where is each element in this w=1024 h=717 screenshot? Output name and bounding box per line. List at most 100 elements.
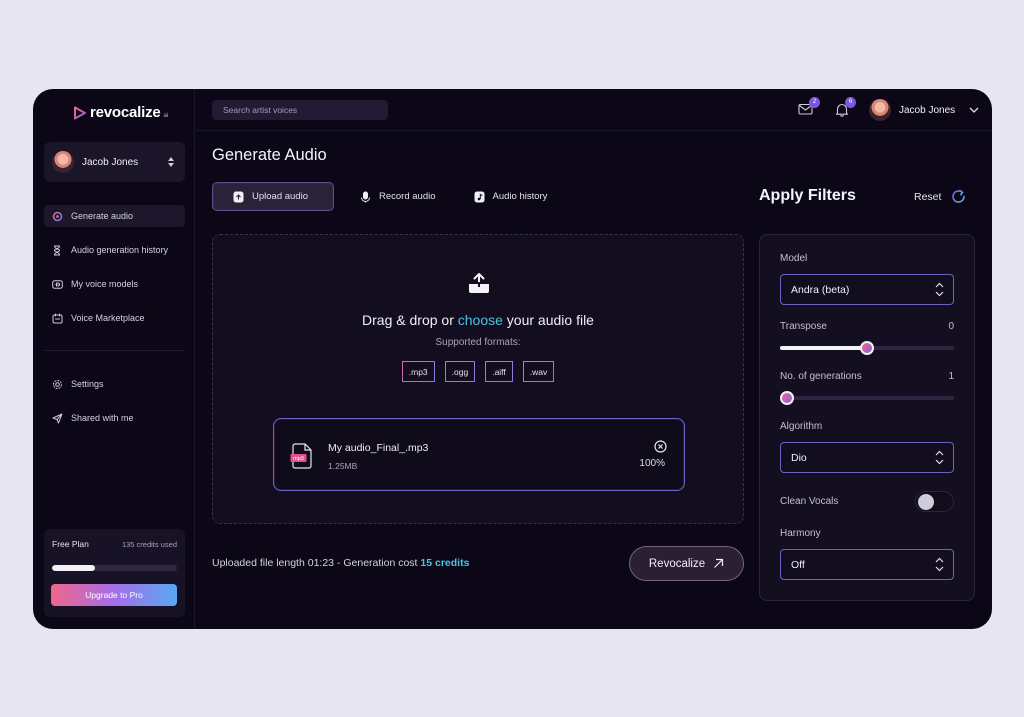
sidebar-item-label: Voice Marketplace (71, 313, 145, 323)
app-window: revocalize ai Jacob Jones Generate audio… (33, 89, 992, 629)
format-list: .mp3 .ogg .aiff .wav (213, 361, 743, 382)
notification-count-badge: 6 (845, 97, 856, 108)
filters-panel: Model Andra (beta) Transpose 0 No. of ge… (759, 234, 975, 601)
chevron-up-down-icon (935, 450, 944, 465)
tab-label: Upload audio (252, 191, 308, 202)
refresh-icon (952, 189, 966, 203)
tab-upload-audio[interactable]: Upload audio (212, 182, 334, 211)
mp3-file-icon: mp3 (290, 443, 312, 469)
plan-name: Free Plan (52, 539, 89, 549)
harmony-value: Off (791, 558, 805, 571)
format-tag: .wav (522, 361, 555, 382)
transpose-slider-fill (780, 346, 867, 350)
tab-label: Audio history (492, 191, 548, 202)
dropzone-title-text: Drag & drop or (362, 312, 458, 328)
sidebar: revocalize ai Jacob Jones Generate audio… (33, 89, 195, 629)
reset-label: Reset (914, 190, 942, 203)
audio-file-icon (474, 191, 485, 202)
gear-icon (51, 378, 63, 390)
harmony-label: Harmony (780, 528, 821, 539)
transpose-slider-thumb[interactable] (860, 341, 874, 355)
sidebar-divider (44, 350, 185, 351)
avatar (52, 151, 74, 173)
credits-usage-bar (52, 565, 177, 571)
arrow-up-right-icon (714, 558, 724, 568)
voice-model-icon (51, 278, 63, 290)
chevron-down-icon (969, 107, 979, 113)
model-label: Model (780, 253, 808, 264)
sidebar-item-settings[interactable]: Settings (44, 373, 185, 395)
sidebar-item-label: Shared with me (71, 413, 134, 423)
reset-button[interactable]: Reset (914, 189, 966, 204)
upload-progress: 100% (639, 458, 665, 469)
dropzone-title-text: your audio file (502, 312, 594, 328)
plan-credits: 135 credits used (121, 540, 177, 549)
upgrade-button[interactable]: Upgrade to Pro (51, 584, 177, 606)
generation-cost: 15 credits (420, 557, 470, 569)
generations-slider-thumb[interactable] (780, 391, 794, 405)
generation-summary: Uploaded file length 01:23 - Generation … (212, 557, 469, 569)
sidebar-nav: Generate audio Audio generation history … (44, 205, 185, 341)
tab-record-audio[interactable]: Record audio (340, 182, 450, 211)
clean-vocals-toggle[interactable] (915, 491, 954, 512)
user-menu[interactable]: Jacob Jones (869, 99, 979, 121)
sidebar-nav-secondary: Settings Shared with me (44, 373, 185, 441)
generate-icon (51, 210, 63, 222)
page-title: Generate Audio (212, 146, 327, 164)
audio-source-tabs: Upload audio Record audio Audio history (212, 182, 561, 211)
top-bar: 2 6 Jacob Jones (196, 89, 992, 131)
chevron-up-down-icon (935, 282, 944, 297)
algorithm-select[interactable]: Dio (780, 442, 954, 473)
upload-dropzone[interactable]: Drag & drop or choose your audio file Su… (212, 234, 744, 524)
model-value: Andra (beta) (791, 283, 850, 296)
upload-icon (469, 273, 489, 293)
microphone-icon (361, 191, 370, 202)
chevron-up-down-icon (935, 557, 944, 572)
transpose-slider[interactable] (780, 341, 954, 355)
sidebar-item-voice-marketplace[interactable]: Voice Marketplace (44, 307, 185, 329)
mail-button[interactable]: 2 (798, 97, 820, 118)
tab-label: Record audio (379, 191, 436, 202)
brand-logo[interactable]: revocalize ai (73, 104, 168, 121)
send-icon (51, 412, 63, 424)
tab-audio-history[interactable]: Audio history (454, 182, 562, 211)
account-name: Jacob Jones (82, 156, 139, 168)
revocalize-button[interactable]: Revocalize (629, 546, 744, 581)
search-input[interactable] (212, 100, 388, 120)
algorithm-label: Algorithm (780, 421, 823, 432)
sidebar-item-label: My voice models (71, 279, 139, 289)
user-name: Jacob Jones (899, 104, 956, 116)
algorithm-value: Dio (791, 451, 807, 464)
avatar (869, 99, 891, 121)
dropzone-title: Drag & drop or choose your audio file (213, 312, 743, 328)
harmony-select[interactable]: Off (780, 549, 954, 580)
format-tag: .mp3 (401, 361, 435, 382)
clean-vocals-label: Clean Vocals (780, 496, 839, 507)
brand-name: revocalize (90, 104, 161, 121)
uploaded-file-card: mp3 My audio_Final_.mp3 1.25MB 100% (273, 418, 685, 491)
logo-icon (74, 106, 86, 119)
notifications-button[interactable]: 6 (834, 97, 856, 118)
plan-card: Free Plan 135 credits used Upgrade to Pr… (44, 529, 185, 617)
sidebar-item-voice-models[interactable]: My voice models (44, 273, 185, 295)
sidebar-item-shared[interactable]: Shared with me (44, 407, 185, 429)
model-select[interactable]: Andra (beta) (780, 274, 954, 305)
generations-value: 1 (948, 371, 954, 382)
sidebar-item-label: Generate audio (71, 211, 134, 221)
close-icon[interactable] (654, 440, 667, 453)
sidebar-item-generate-audio[interactable]: Generate audio (44, 205, 185, 227)
credits-usage-fill (52, 565, 95, 571)
generations-slider[interactable] (780, 391, 954, 405)
choose-file-link[interactable]: choose (458, 312, 503, 328)
filters-title: Apply Filters (759, 187, 856, 204)
account-switcher[interactable]: Jacob Jones (44, 142, 185, 182)
supported-formats-label: Supported formats: (435, 337, 521, 348)
toggle-knob (918, 494, 934, 510)
format-tag: .ogg (444, 361, 476, 382)
sidebar-item-audio-history[interactable]: Audio generation history (44, 239, 185, 261)
transpose-label: Transpose (780, 321, 827, 332)
file-name: My audio_Final_.mp3 (328, 442, 429, 454)
brand-suffix: ai (163, 112, 169, 119)
sort-icon (165, 154, 177, 170)
sidebar-item-label: Audio generation history (71, 245, 169, 255)
